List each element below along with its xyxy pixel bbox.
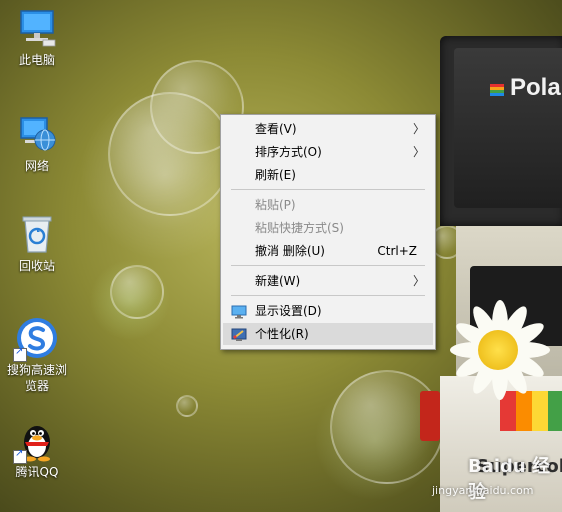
menu-item-paste[interactable]: 粘贴(P) bbox=[223, 194, 433, 216]
recycle-bin-icon bbox=[15, 212, 59, 256]
menu-item-refresh[interactable]: 刷新(E) bbox=[223, 164, 433, 186]
menu-item-label: 粘贴(P) bbox=[255, 198, 296, 212]
network-icon bbox=[15, 112, 59, 156]
camera-logo-text: Pola bbox=[510, 74, 561, 101]
menu-item-label: 新建(W) bbox=[255, 274, 301, 288]
camera-red-button bbox=[420, 391, 440, 441]
desktop-context-menu: 查看(V) 〉 排序方式(O) 〉 刷新(E) 粘贴(P) 粘贴快捷方式(S) … bbox=[220, 114, 436, 350]
menu-item-label: 刷新(E) bbox=[255, 168, 296, 182]
menu-item-label: 个性化(R) bbox=[255, 327, 309, 341]
wallpaper-bubble bbox=[176, 395, 198, 417]
computer-icon bbox=[15, 6, 59, 50]
menu-item-label: 粘贴快捷方式(S) bbox=[255, 221, 344, 235]
desktop-icon-label-line2: 览器 bbox=[24, 379, 49, 393]
desktop-icon-network[interactable]: 网络 bbox=[0, 112, 74, 174]
sogou-browser-icon bbox=[13, 316, 59, 362]
submenu-arrow-icon: 〉 bbox=[412, 145, 425, 159]
menu-item-display-settings[interactable]: 显示设置(D) bbox=[223, 300, 433, 322]
shortcut-arrow-icon bbox=[13, 346, 27, 362]
menu-item-label: 撤消 删除(U) bbox=[255, 244, 325, 258]
wallpaper-daisy bbox=[440, 290, 560, 410]
desktop-icon-label: 网络 bbox=[24, 159, 49, 173]
menu-item-paste-shortcut[interactable]: 粘贴快捷方式(S) bbox=[223, 217, 433, 239]
desktop-icon-label-line1: 搜狗高速浏 bbox=[6, 363, 67, 377]
submenu-arrow-icon: 〉 bbox=[412, 274, 425, 288]
menu-item-shortcut: Ctrl+Z bbox=[377, 244, 417, 258]
menu-item-label: 查看(V) bbox=[255, 122, 297, 136]
camera-rainbow-logo bbox=[490, 84, 504, 98]
desktop-icon-recycle-bin[interactable]: 回收站 bbox=[0, 212, 74, 274]
qq-penguin-icon bbox=[13, 418, 59, 464]
menu-separator bbox=[231, 265, 425, 266]
wallpaper-camera: Pola Supercol bbox=[420, 36, 562, 512]
desktop-icon-label: 搜狗高速浏 览器 bbox=[0, 362, 74, 394]
menu-separator bbox=[231, 295, 425, 296]
menu-item-personalize[interactable]: 个性化(R) bbox=[223, 323, 433, 345]
desktop-icon-label: 此电脑 bbox=[18, 53, 55, 67]
menu-item-undo-delete[interactable]: 撤消 删除(U) Ctrl+Z bbox=[223, 240, 433, 262]
menu-item-sort-by[interactable]: 排序方式(O) 〉 bbox=[223, 141, 433, 163]
menu-item-label: 排序方式(O) bbox=[255, 145, 322, 159]
display-settings-icon bbox=[231, 304, 247, 319]
camera-window bbox=[454, 48, 562, 208]
menu-item-label: 显示设置(D) bbox=[255, 304, 322, 318]
desktop-icon-label: 腾讯QQ bbox=[15, 465, 59, 479]
desktop[interactable]: Pola Supercol 此电脑 网络 回收站 ↗ 搜狗高速浏 览器 ↗ 腾讯… bbox=[0, 0, 562, 512]
menu-separator bbox=[231, 189, 425, 190]
desktop-icon-this-pc[interactable]: 此电脑 bbox=[0, 6, 74, 68]
wallpaper-bubble bbox=[110, 265, 164, 319]
menu-item-view[interactable]: 查看(V) 〉 bbox=[223, 118, 433, 140]
menu-item-new[interactable]: 新建(W) 〉 bbox=[223, 270, 433, 292]
desktop-icon-qq[interactable]: 腾讯QQ bbox=[0, 418, 74, 480]
watermark-url: jingyan.baidu.com bbox=[432, 484, 534, 497]
desktop-icon-label: 回收站 bbox=[18, 259, 55, 273]
submenu-arrow-icon: 〉 bbox=[412, 122, 425, 136]
personalize-icon bbox=[231, 327, 247, 341]
desktop-icon-sogou-browser[interactable]: 搜狗高速浏 览器 bbox=[0, 316, 74, 394]
shortcut-arrow-icon bbox=[13, 448, 27, 464]
